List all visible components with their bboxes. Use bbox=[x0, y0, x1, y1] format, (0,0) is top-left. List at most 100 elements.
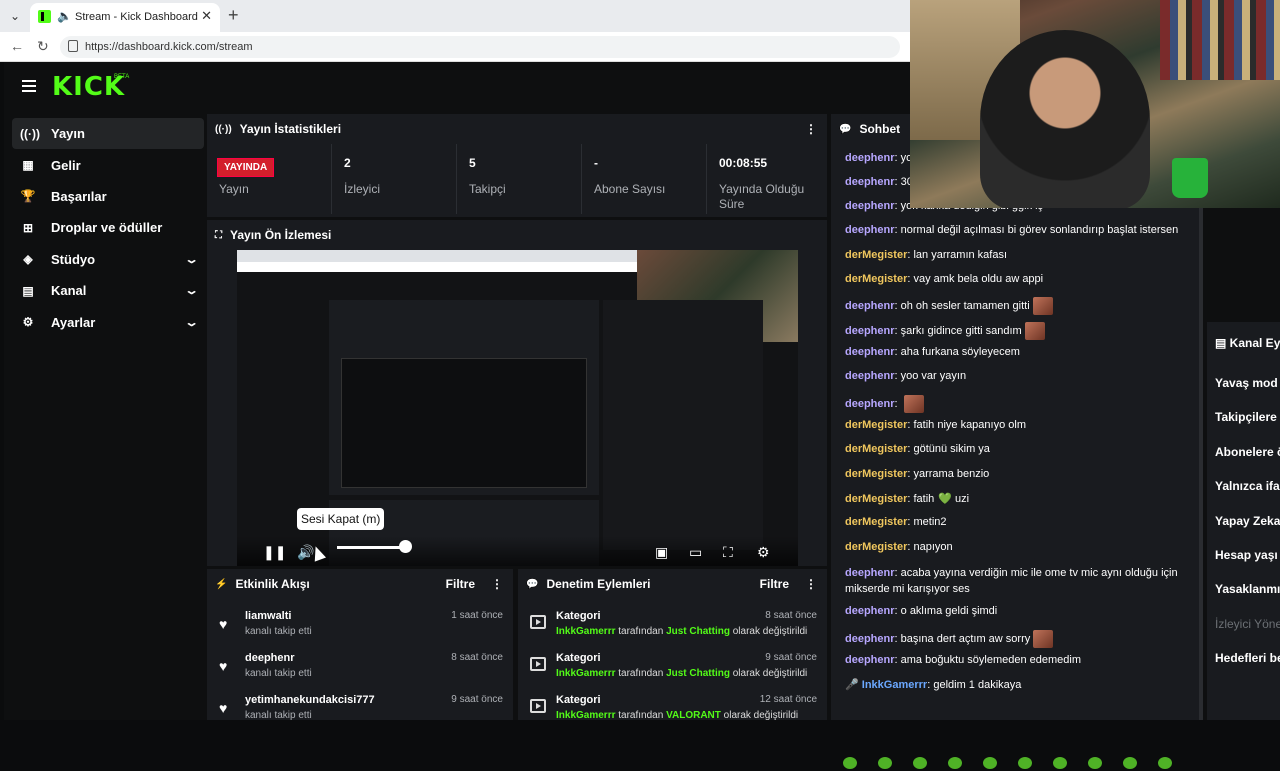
chat-username[interactable]: deephenr bbox=[845, 300, 895, 312]
chat-message: derMegister: fatih 💚 uzi bbox=[845, 492, 969, 505]
chat-username[interactable]: deephenr bbox=[845, 370, 895, 382]
sidebar-item[interactable]: ◈ Stüdyo ⌄ bbox=[12, 244, 204, 275]
emote-button-icon[interactable] bbox=[983, 757, 997, 769]
chat-username[interactable]: deephenr bbox=[845, 633, 895, 645]
stat-viewers: 2 İzleyici bbox=[332, 144, 457, 214]
chat-username[interactable]: deephenr bbox=[845, 346, 895, 358]
chat-username[interactable]: derMegister bbox=[845, 541, 907, 553]
emote-button-icon[interactable] bbox=[1123, 757, 1137, 769]
sidebar-item[interactable]: ▦ Gelir bbox=[12, 149, 204, 180]
activity-user[interactable]: deephenr bbox=[245, 652, 295, 664]
channel-action-item[interactable]: İzleyici Yöne bbox=[1215, 617, 1280, 631]
settings-gear-icon[interactable]: ⚙ bbox=[757, 544, 770, 561]
chat-username[interactable]: deephenr bbox=[845, 200, 895, 212]
moderator-name[interactable]: InkkGamerrr bbox=[556, 668, 615, 679]
revenue-icon: ▦ bbox=[22, 158, 34, 173]
emote-button-icon[interactable] bbox=[1158, 757, 1172, 769]
chat-username[interactable]: deephenr bbox=[845, 325, 895, 337]
stat-label: Abone Sayısı bbox=[594, 182, 666, 196]
emote-button-icon[interactable] bbox=[878, 757, 892, 769]
moderation-row[interactable]: Kategori InkkGamerrr tarafından Just Chat… bbox=[518, 605, 827, 647]
channel-action-item[interactable]: Hesap yaşı k bbox=[1215, 548, 1280, 562]
chat-username[interactable]: deephenr bbox=[845, 398, 895, 410]
activity-user[interactable]: liamwalti bbox=[245, 610, 291, 622]
moderator-name[interactable]: InkkGamerrr bbox=[556, 626, 615, 637]
activity-row[interactable]: ♥ deephenr kanalı takip etti 8 saat önce bbox=[207, 647, 513, 689]
category-name[interactable]: Just Chatting bbox=[666, 668, 730, 679]
reload-icon[interactable]: ↻ bbox=[37, 38, 49, 55]
emote-button-icon[interactable] bbox=[843, 757, 857, 769]
chat-username[interactable]: InkkGamerrr bbox=[862, 679, 927, 691]
sidebar-item[interactable]: 🏆 Başarılar bbox=[12, 181, 204, 212]
chat-username[interactable]: deephenr bbox=[845, 605, 895, 617]
pip-icon[interactable]: ▣ bbox=[655, 544, 668, 561]
emote-button-icon[interactable] bbox=[1018, 757, 1032, 769]
emote-button-icon[interactable] bbox=[1053, 757, 1067, 769]
menu-icon[interactable] bbox=[22, 80, 36, 92]
chat-username[interactable]: derMegister bbox=[845, 249, 907, 261]
sidebar-item[interactable]: ((·)) Yayın bbox=[12, 118, 204, 150]
more-options-icon[interactable]: ⋮ bbox=[805, 122, 817, 136]
site-info-icon[interactable] bbox=[68, 40, 78, 52]
new-tab-button[interactable]: + bbox=[228, 5, 239, 26]
sidebar-item[interactable]: ⚙ Ayarlar ⌄ bbox=[12, 306, 204, 337]
chat-username[interactable]: deephenr bbox=[845, 152, 895, 164]
moderation-row[interactable]: Kategori InkkGamerrr tarafından Just Chat… bbox=[518, 647, 827, 689]
chat-username[interactable]: derMegister bbox=[845, 493, 907, 505]
channel-action-item[interactable]: Hedefleri bel bbox=[1215, 651, 1280, 665]
url-field[interactable]: https://dashboard.kick.com/stream bbox=[60, 36, 900, 58]
activity-row[interactable]: ♥ yetimhanekundakcisi777 kanalı takip etti… bbox=[207, 689, 513, 731]
chat-username[interactable]: deephenr bbox=[845, 654, 895, 666]
stat-live: YAYINDA Yayın bbox=[207, 144, 332, 214]
more-options-icon[interactable]: ⋮ bbox=[805, 577, 817, 591]
sidebar-item[interactable]: ⊞ Droplar ve ödüller bbox=[12, 212, 204, 243]
heart-icon: ♥ bbox=[219, 658, 228, 674]
sidebar-item-label: Yayın bbox=[51, 126, 85, 142]
browser-tab[interactable]: 🔈 Stream - Kick Dashboard ✕ bbox=[30, 3, 220, 32]
tab-list-icon[interactable]: ⌄ bbox=[6, 7, 24, 25]
activity-user[interactable]: yetimhanekundakcisi777 bbox=[245, 694, 375, 706]
speaker-icon[interactable]: 🔈 bbox=[57, 9, 72, 23]
moderator-name[interactable]: InkkGamerrr bbox=[556, 710, 615, 721]
channel-action-item[interactable]: Yavaş mod bbox=[1215, 376, 1278, 390]
volume-slider[interactable] bbox=[337, 546, 405, 549]
activity-filter-button[interactable]: Filtre bbox=[446, 577, 475, 591]
chat-message: deephenr: ama boğuktu söylemeden edemedi… bbox=[845, 654, 1081, 666]
chat-username[interactable]: deephenr bbox=[845, 224, 895, 236]
chat-text: yoo var yayın bbox=[900, 370, 967, 382]
theater-icon[interactable]: ▭ bbox=[689, 544, 702, 561]
chat-username[interactable]: derMegister bbox=[845, 443, 907, 455]
chevron-down-icon[interactable]: ⌄ bbox=[184, 316, 199, 329]
chat-username[interactable]: derMegister bbox=[845, 468, 907, 480]
category-name[interactable]: Just Chatting bbox=[666, 626, 730, 637]
activity-desc: kanalı takip etti bbox=[245, 710, 312, 721]
back-icon[interactable]: ← bbox=[10, 38, 24, 54]
chat-username[interactable]: deephenr bbox=[845, 567, 895, 579]
sidebar-item[interactable]: ▤ Kanal ⌄ bbox=[12, 275, 204, 306]
chat-username[interactable]: derMegister bbox=[845, 273, 907, 285]
close-tab-icon[interactable]: ✕ bbox=[201, 8, 212, 24]
chevron-down-icon[interactable]: ⌄ bbox=[184, 253, 199, 266]
channel-action-item[interactable]: Yapay Zeka il bbox=[1215, 514, 1280, 528]
video-player[interactable]: ❚❚ 🔊 ▣ ▭ ⛶ ⚙ Sesi Kapat (m) bbox=[237, 250, 798, 566]
emote-button-icon[interactable] bbox=[1088, 757, 1102, 769]
chat-username[interactable]: derMegister bbox=[845, 419, 907, 431]
chat-username[interactable]: derMegister bbox=[845, 516, 907, 528]
more-options-icon[interactable]: ⋮ bbox=[491, 577, 503, 591]
chevron-down-icon[interactable]: ⌄ bbox=[184, 284, 199, 297]
channel-action-item[interactable]: Yasaklanmış bbox=[1215, 582, 1280, 596]
channel-action-item[interactable]: Takipçilere öz bbox=[1215, 410, 1280, 424]
activity-row[interactable]: ♥ liamwalti kanalı takip etti 1 saat önce bbox=[207, 605, 513, 647]
moderation-filter-button[interactable]: Filtre bbox=[760, 577, 789, 591]
moderation-row[interactable]: Kategori InkkGamerrr tarafından VALORANT … bbox=[518, 689, 827, 731]
channel-action-item[interactable]: Yalnızca ifad bbox=[1215, 479, 1280, 493]
emote-button-icon[interactable] bbox=[913, 757, 927, 769]
volume-knob[interactable] bbox=[399, 540, 412, 553]
chat-message: deephenr: yoo var yayın bbox=[845, 370, 966, 382]
fullscreen-icon[interactable]: ⛶ bbox=[723, 544, 733, 561]
emote-button-icon[interactable] bbox=[948, 757, 962, 769]
channel-action-item[interactable]: Abonelere öz bbox=[1215, 445, 1280, 459]
category-name[interactable]: VALORANT bbox=[666, 710, 721, 721]
pause-icon[interactable]: ❚❚ bbox=[263, 544, 286, 561]
chat-username[interactable]: deephenr bbox=[845, 176, 895, 188]
